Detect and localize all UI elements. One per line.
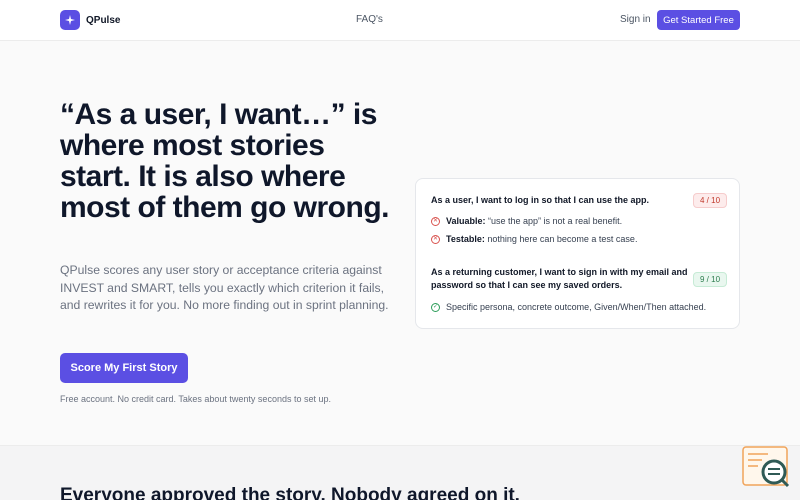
check-row: ✕ Testable: nothing here can become a te… (431, 234, 637, 244)
x-circle-icon: ✕ (431, 234, 440, 244)
hero-subtext: QPulse scores any user story or acceptan… (60, 263, 389, 312)
check-row: ✕ Valuable: “use the app” is not a real … (431, 216, 622, 226)
brand-logo[interactable]: QPulse (60, 10, 120, 30)
check-circle-icon: ✓ (431, 302, 440, 312)
check-text: Specific persona, concrete outcome, Give… (446, 302, 707, 312)
story-title: As a user, I want to log in so that I ca… (431, 195, 650, 205)
cta-note: Free account. No credit card. Takes abou… (60, 394, 331, 404)
brand-name: QPulse (86, 14, 121, 26)
nav-faq-link[interactable]: FAQ's (356, 14, 383, 25)
site-header: QPulse FAQ's Sign in Get Started Free (0, 0, 800, 41)
get-started-button[interactable]: Get Started Free (657, 10, 740, 30)
score-badge: 9 / 10 (693, 272, 728, 287)
sparkle-icon (60, 10, 80, 30)
sign-in-link[interactable]: Sign in (620, 14, 651, 25)
hero-headline: “As a user, I want…” is where most stori… (60, 98, 389, 224)
x-circle-icon: ✕ (431, 216, 440, 226)
check-row: ✓ Specific persona, concrete outcome, Gi… (431, 302, 706, 312)
check-text: “use the app” is not a real benefit. (485, 216, 623, 226)
check-label: Valuable: (446, 216, 486, 226)
story-title: As a returning customer, I want to sign … (431, 267, 688, 290)
check-text: nothing here can become a test case. (484, 234, 638, 244)
score-badge: 4 / 10 (693, 193, 728, 208)
score-story-button[interactable]: Score My First Story (60, 353, 188, 383)
check-label: Testable: (446, 234, 485, 244)
story-score-card: As a user, I want to log in so that I ca… (415, 178, 740, 329)
chat-search-icon[interactable] (742, 446, 792, 488)
section-heading: Everyone approved the story. Nobody agre… (60, 485, 520, 500)
